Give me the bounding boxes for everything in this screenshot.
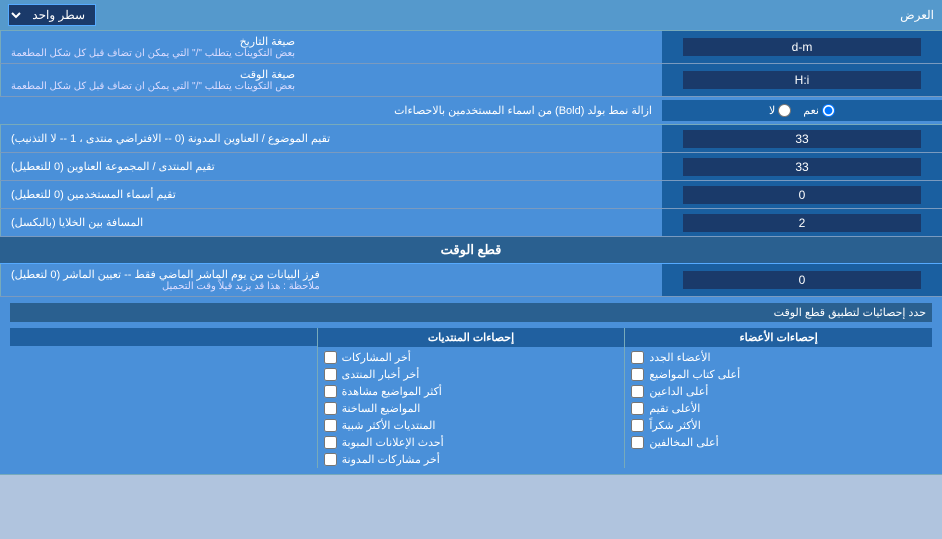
time-format-label: صيغة الوقت بعض التكوينات يتطلب "/" التي … xyxy=(0,64,662,96)
date-format-label: صيغة التاريخ بعض التكوينات يتطلب "/" الت… xyxy=(0,31,662,63)
list-item: المواضيع الساخنة xyxy=(318,400,625,417)
bold-remove-no-radio[interactable] xyxy=(778,104,791,117)
date-format-input[interactable]: d-m xyxy=(683,38,921,56)
checkboxes-grid: إحصاءات الأعضاء الأعضاء الجدد أعلى كتاب … xyxy=(10,328,932,468)
checkbox-most-viewed[interactable] xyxy=(324,385,337,398)
date-format-input-area: d-m xyxy=(662,31,942,63)
cell-distance-input-area: 2 xyxy=(662,209,942,236)
bold-remove-yes-label[interactable]: نعم xyxy=(803,104,835,117)
bold-remove-row: نعم لا ازالة نمط بولد (Bold) من اسماء ال… xyxy=(0,97,942,125)
checkbox-last-blog-posts[interactable] xyxy=(324,453,337,466)
col-empty-header xyxy=(10,328,317,346)
checkboxes-header: حدد إحصائيات لتطبيق قطع الوقت xyxy=(10,303,932,322)
checkbox-hot-topics[interactable] xyxy=(324,402,337,415)
checkbox-top-inviters[interactable] xyxy=(631,385,644,398)
list-item: أكثر المواضيع مشاهدة xyxy=(318,383,625,400)
bold-remove-yes-radio[interactable] xyxy=(822,104,835,117)
checkbox-top-violators[interactable] xyxy=(631,436,644,449)
checkbox-top-rated[interactable] xyxy=(631,402,644,415)
checkbox-new-members[interactable] xyxy=(631,351,644,364)
list-item: أخر مشاركات المدونة xyxy=(318,451,625,468)
date-format-row: d-m صيغة التاريخ بعض التكوينات يتطلب "/"… xyxy=(0,31,942,64)
col-forums-header: إحصاءات المنتديات xyxy=(318,328,625,347)
time-format-row: H:i صيغة الوقت بعض التكوينات يتطلب "/" ا… xyxy=(0,64,942,97)
checkbox-latest-classifieds[interactable] xyxy=(324,436,337,449)
cell-distance-label: المسافة بين الخلايا (بالبكسل) xyxy=(0,209,662,236)
topic-order-row: 33 تقيم الموضوع / العناوين المدونة (0 --… xyxy=(0,125,942,153)
checkbox-last-news[interactable] xyxy=(324,368,337,381)
cell-distance-row: 2 المسافة بين الخلايا (بالبكسل) xyxy=(0,209,942,237)
header-row: العرض سطر واحد سطرين ثلاثة أسطر xyxy=(0,0,942,31)
forum-order-row: 33 تقيم المنتدى / المجموعة العناوين (0 ل… xyxy=(0,153,942,181)
bold-remove-input-area: نعم لا xyxy=(662,100,942,121)
list-item: المنتديات الأكثر شبية xyxy=(318,417,625,434)
cell-distance-input[interactable]: 2 xyxy=(683,214,921,232)
forum-order-input-area: 33 xyxy=(662,153,942,180)
cutoff-section-header: قطع الوقت xyxy=(0,237,942,264)
main-container: العرض سطر واحد سطرين ثلاثة أسطر d-m صيغة… xyxy=(0,0,942,475)
display-select[interactable]: سطر واحد سطرين ثلاثة أسطر xyxy=(8,4,96,26)
cutoff-days-row: 0 فرز البيانات من يوم الماشر الماضي فقط … xyxy=(0,264,942,297)
topic-order-input-area: 33 xyxy=(662,125,942,152)
list-item: الأكثر شكراً xyxy=(625,417,932,434)
list-item: أحدث الإعلانات المبوبة xyxy=(318,434,625,451)
time-format-input-area: H:i xyxy=(662,64,942,96)
list-item: أعلى الداعين xyxy=(625,383,932,400)
list-item: أخر المشاركات xyxy=(318,349,625,366)
checkbox-most-popular-forums[interactable] xyxy=(324,419,337,432)
checkbox-col-forums: إحصاءات المنتديات أخر المشاركات أخر أخبا… xyxy=(317,328,625,468)
list-item: أخر أخبار المنتدى xyxy=(318,366,625,383)
list-item: أعلى المخالفين xyxy=(625,434,932,451)
users-order-row: 0 تقيم أسماء المستخدمين (0 للتعطيل) xyxy=(0,181,942,209)
list-item: الأعضاء الجدد xyxy=(625,349,932,366)
header-right-label: العرض xyxy=(900,8,934,22)
topic-order-label: تقيم الموضوع / العناوين المدونة (0 -- ال… xyxy=(0,125,662,152)
users-order-label: تقيم أسماء المستخدمين (0 للتعطيل) xyxy=(0,181,662,208)
cutoff-days-label: فرز البيانات من يوم الماشر الماضي فقط --… xyxy=(0,264,662,296)
forum-order-input[interactable]: 33 xyxy=(683,158,921,176)
time-format-input[interactable]: H:i xyxy=(683,71,921,89)
cutoff-days-input-area: 0 xyxy=(662,264,942,296)
topic-order-input[interactable]: 33 xyxy=(683,130,921,148)
bold-remove-label: ازالة نمط بولد (Bold) من اسماء المستخدمي… xyxy=(0,100,662,121)
list-item: الأعلى تقيم xyxy=(625,400,932,417)
checkbox-last-posts[interactable] xyxy=(324,351,337,364)
checkbox-col-empty xyxy=(10,328,317,468)
header-select-area: سطر واحد سطرين ثلاثة أسطر xyxy=(8,4,96,26)
checkbox-top-topic-writers[interactable] xyxy=(631,368,644,381)
col-members-header: إحصاءات الأعضاء xyxy=(625,328,932,347)
checkboxes-section: حدد إحصائيات لتطبيق قطع الوقت إحصاءات ال… xyxy=(0,297,942,475)
checkbox-most-thanked[interactable] xyxy=(631,419,644,432)
users-order-input[interactable]: 0 xyxy=(683,186,921,204)
bold-remove-no-label[interactable]: لا xyxy=(769,104,791,117)
checkbox-col-members: إحصاءات الأعضاء الأعضاء الجدد أعلى كتاب … xyxy=(624,328,932,468)
forum-order-label: تقيم المنتدى / المجموعة العناوين (0 للتع… xyxy=(0,153,662,180)
cutoff-days-input[interactable]: 0 xyxy=(683,271,921,289)
list-item: أعلى كتاب المواضيع xyxy=(625,366,932,383)
users-order-input-area: 0 xyxy=(662,181,942,208)
